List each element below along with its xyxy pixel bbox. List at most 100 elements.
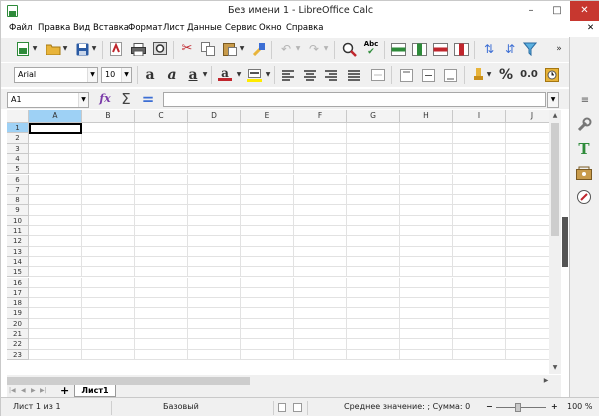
- cell[interactable]: [294, 256, 347, 268]
- currency-dropdown-icon[interactable]: ▼: [486, 67, 492, 83]
- cell[interactable]: [135, 174, 188, 185]
- cell[interactable]: [347, 236, 400, 247]
- cell[interactable]: [241, 329, 294, 340]
- cell[interactable]: [453, 329, 506, 340]
- sort-descending-icon[interactable]: ⇵: [502, 41, 518, 57]
- cell[interactable]: [29, 329, 82, 340]
- cell[interactable]: [400, 153, 453, 165]
- cell[interactable]: [400, 329, 453, 340]
- cell[interactable]: [347, 298, 400, 309]
- cell[interactable]: [294, 205, 347, 216]
- cell[interactable]: [82, 298, 135, 309]
- column-header-f[interactable]: F: [294, 110, 347, 123]
- cell[interactable]: [347, 143, 400, 154]
- sheet-tab[interactable]: Лист1: [74, 385, 116, 397]
- cell[interactable]: [29, 195, 82, 206]
- cell[interactable]: [506, 257, 549, 268]
- cell[interactable]: [506, 216, 549, 226]
- cell[interactable]: [241, 256, 294, 268]
- cell[interactable]: [29, 215, 82, 226]
- cell[interactable]: [188, 277, 241, 288]
- menu-data[interactable]: Данные: [187, 23, 222, 33]
- cell[interactable]: [82, 236, 135, 247]
- cell[interactable]: [506, 195, 549, 206]
- cell[interactable]: [29, 287, 82, 299]
- cell[interactable]: [241, 339, 294, 350]
- cell[interactable]: [506, 288, 549, 299]
- cell[interactable]: [453, 153, 506, 165]
- cell[interactable]: [29, 339, 82, 350]
- row-header-6[interactable]: 6: [7, 174, 29, 185]
- navigator-icon[interactable]: [576, 189, 592, 205]
- cell[interactable]: [294, 153, 347, 165]
- wrap-text-icon[interactable]: [346, 67, 362, 83]
- cell[interactable]: [29, 277, 82, 288]
- cell[interactable]: [135, 349, 188, 360]
- cell[interactable]: [82, 205, 135, 216]
- cell[interactable]: [188, 215, 241, 226]
- cell[interactable]: [347, 226, 400, 237]
- currency-icon[interactable]: [471, 67, 487, 83]
- cell[interactable]: [82, 339, 135, 350]
- cell[interactable]: [294, 215, 347, 226]
- cell[interactable]: [400, 184, 453, 196]
- highlight-color-icon[interactable]: [246, 66, 262, 82]
- cell[interactable]: [82, 246, 135, 257]
- cell[interactable]: [135, 339, 188, 350]
- cell[interactable]: [82, 215, 135, 226]
- cell[interactable]: [82, 143, 135, 154]
- redo-icon[interactable]: ↷: [306, 41, 322, 57]
- cell[interactable]: [453, 123, 506, 134]
- cell[interactable]: [188, 246, 241, 257]
- menu-tools[interactable]: Сервис: [225, 23, 257, 33]
- cell[interactable]: [29, 349, 82, 360]
- percent-button[interactable]: %: [498, 67, 514, 83]
- cell[interactable]: [347, 246, 400, 257]
- cell[interactable]: [453, 349, 506, 360]
- zoom-out-button[interactable]: −: [486, 402, 493, 411]
- column-header-a[interactable]: A: [29, 110, 82, 123]
- cell[interactable]: [29, 318, 82, 329]
- cell[interactable]: [241, 298, 294, 309]
- chevron-down-icon[interactable]: ▼: [78, 93, 88, 107]
- cell[interactable]: [188, 195, 241, 206]
- cell[interactable]: [400, 287, 453, 299]
- cell[interactable]: [241, 287, 294, 299]
- autofilter-icon[interactable]: [522, 41, 538, 57]
- prev-sheet-button[interactable]: ◀: [21, 387, 26, 394]
- menu-file[interactable]: Файл: [9, 23, 32, 33]
- row-header-12[interactable]: 12: [7, 236, 29, 247]
- cell[interactable]: [400, 174, 453, 185]
- highlight-dropdown-icon[interactable]: ▼: [265, 67, 271, 83]
- cell[interactable]: [506, 329, 549, 340]
- cell[interactable]: [241, 246, 294, 257]
- menu-window[interactable]: Окно: [259, 23, 282, 33]
- cell[interactable]: [135, 215, 188, 226]
- chevron-down-icon[interactable]: ▼: [87, 68, 97, 82]
- row-header-20[interactable]: 20: [7, 318, 29, 329]
- cell[interactable]: [347, 256, 400, 268]
- cell[interactable]: [29, 236, 82, 247]
- cell[interactable]: [347, 164, 400, 175]
- cell[interactable]: [347, 267, 400, 278]
- cell[interactable]: [188, 339, 241, 350]
- bold-button[interactable]: a: [142, 67, 158, 83]
- cell[interactable]: [241, 195, 294, 206]
- zoom-slider[interactable]: [496, 407, 546, 408]
- menu-help[interactable]: Справка: [286, 23, 323, 33]
- close-document-button[interactable]: ✕: [587, 23, 594, 33]
- align-bottom-icon[interactable]: [443, 67, 459, 83]
- cell[interactable]: [135, 205, 188, 216]
- cell[interactable]: [400, 164, 453, 175]
- cell[interactable]: [188, 267, 241, 278]
- cell[interactable]: [400, 205, 453, 216]
- row-header-18[interactable]: 18: [7, 298, 29, 309]
- row-header-3[interactable]: 3: [7, 143, 29, 154]
- row-header-23[interactable]: 23: [7, 349, 29, 360]
- new-dropdown-icon[interactable]: ▼: [32, 41, 38, 57]
- cell[interactable]: [453, 246, 506, 257]
- cell[interactable]: [400, 349, 453, 360]
- cell[interactable]: [135, 256, 188, 268]
- cell[interactable]: [188, 205, 241, 216]
- cell[interactable]: [188, 184, 241, 196]
